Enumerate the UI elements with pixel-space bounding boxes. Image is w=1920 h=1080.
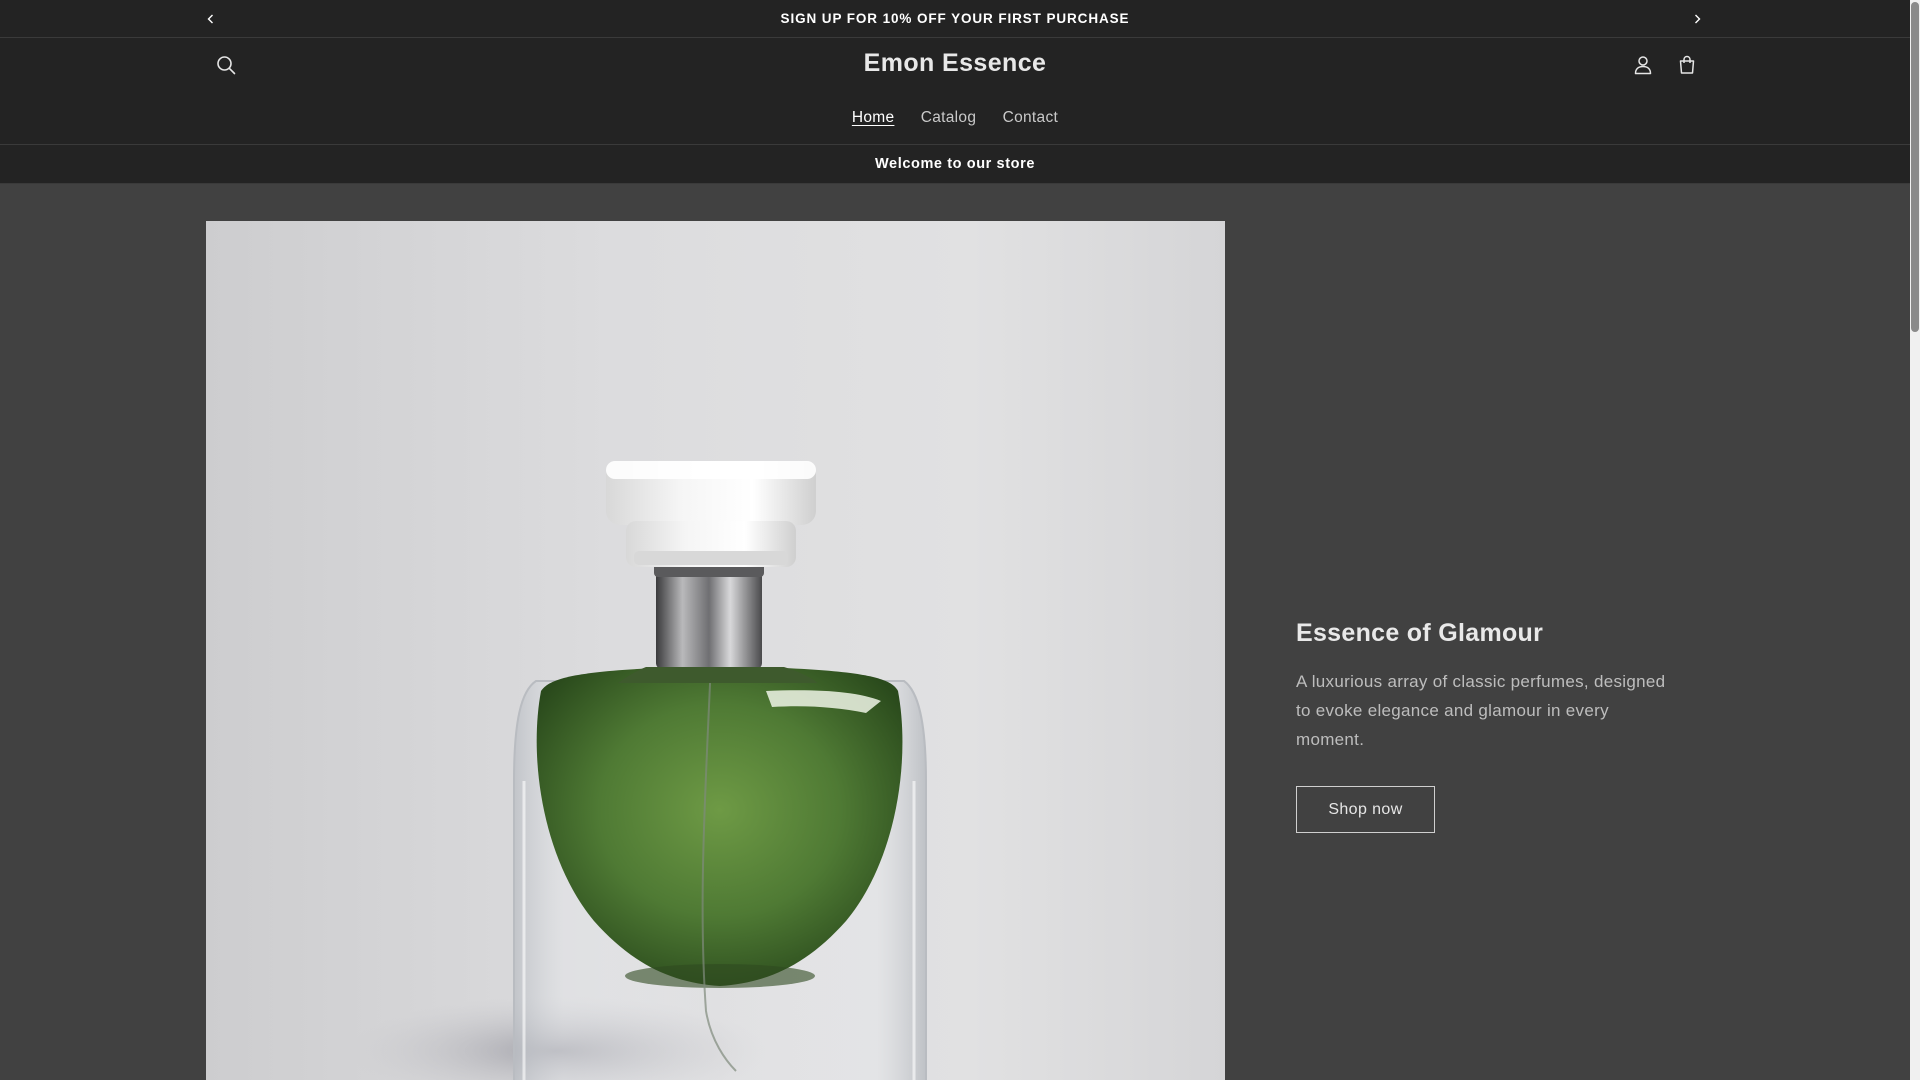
- account-button[interactable]: [1623, 45, 1663, 85]
- nav-item-contact[interactable]: Contact: [1003, 108, 1059, 128]
- nav-item-home[interactable]: Home: [852, 108, 895, 128]
- cart-icon: [1679, 55, 1695, 74]
- nav-item-catalog[interactable]: Catalog: [921, 108, 977, 128]
- welcome-bar: Welcome to our store: [0, 145, 1910, 184]
- page: SIGN UP FOR 10% OFF YOUR FIRST PURCHASE …: [0, 0, 1910, 1080]
- user-icon: [1634, 56, 1652, 75]
- hero-title: Essence of Glamour: [1296, 619, 1544, 647]
- page-scrollbar[interactable]: [1910, 0, 1920, 1080]
- perfume-bottle-image: [206, 221, 1225, 1080]
- shop-now-button[interactable]: Shop now: [1296, 786, 1435, 833]
- main-nav: Home Catalog Contact: [0, 108, 1910, 128]
- hero-content: Essence of Glamour A luxurious array of …: [1296, 617, 1676, 833]
- scrollbar-thumb[interactable]: [1911, 2, 1919, 332]
- announcement-text: SIGN UP FOR 10% OFF YOUR FIRST PURCHASE: [780, 11, 1130, 26]
- announcement-bar: SIGN UP FOR 10% OFF YOUR FIRST PURCHASE: [0, 0, 1910, 38]
- announcement-next-button[interactable]: [1683, 5, 1711, 33]
- cart-button[interactable]: [1667, 45, 1707, 85]
- hero-image: [206, 221, 1225, 1080]
- site-header: Emon Essence Home Catalog Contact: [0, 38, 1910, 145]
- brand-name[interactable]: Emon Essence: [864, 49, 1047, 77]
- hero-description: A luxurious array of classic perfumes, d…: [1296, 672, 1666, 749]
- chevron-right-icon: [1695, 14, 1701, 24]
